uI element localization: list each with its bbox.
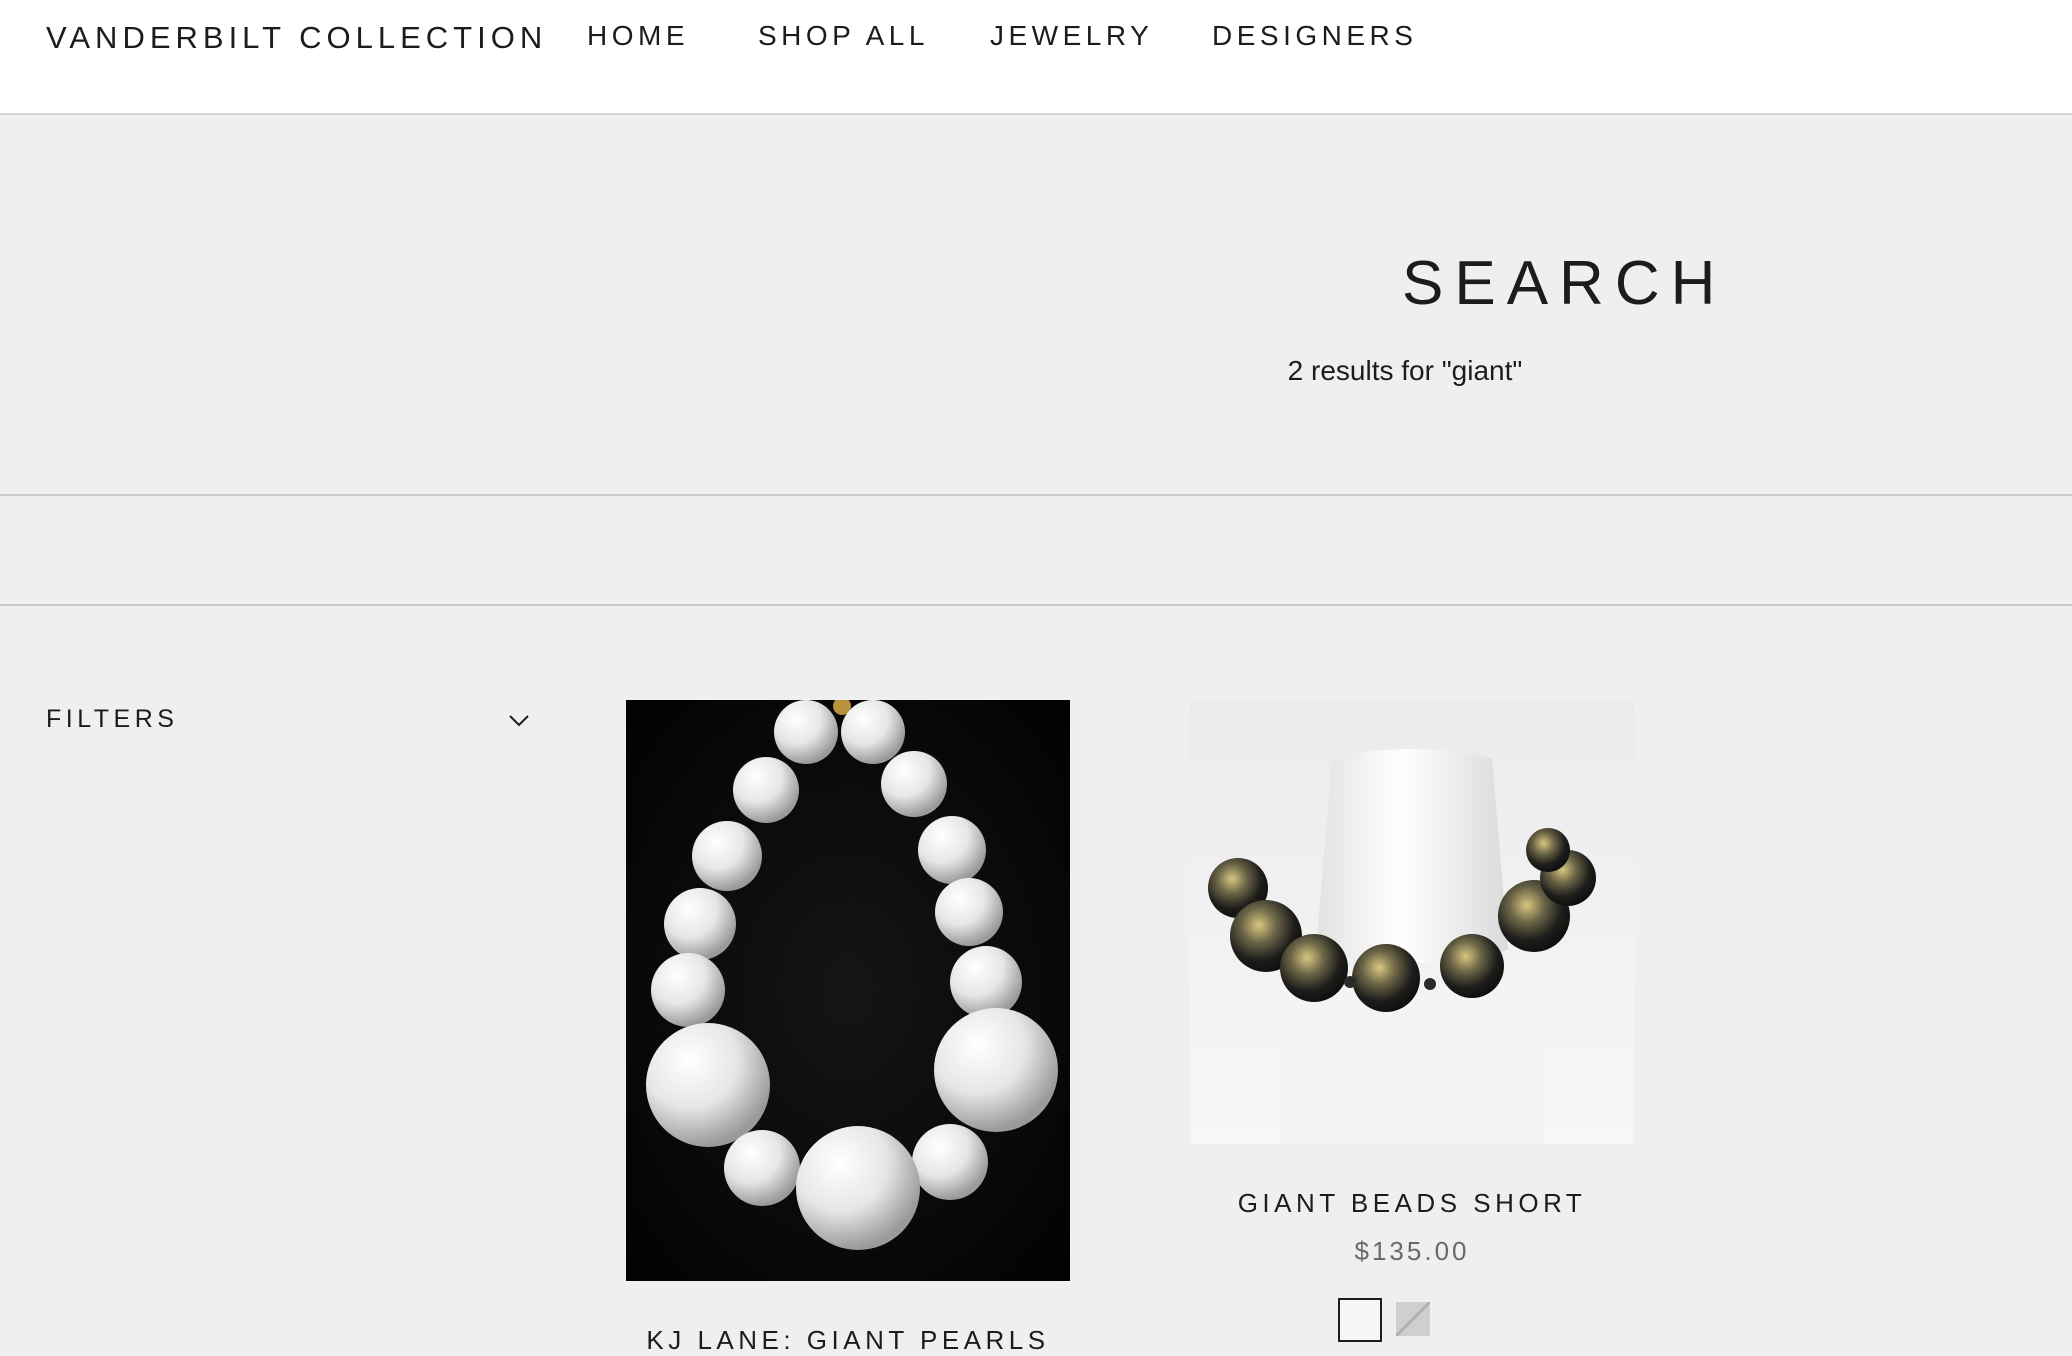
results-count: 2 results for "giant" bbox=[1287, 355, 1523, 386]
filters-label: FILTERS bbox=[46, 705, 179, 733]
product-image[interactable] bbox=[1190, 700, 1634, 1144]
product-title[interactable]: GIANT BEADS SHORT bbox=[1150, 1188, 1674, 1219]
product-title[interactable]: KJ LANE: GIANT PEARLS bbox=[586, 1325, 1110, 1356]
bead-necklace-image bbox=[1190, 700, 1634, 1144]
nav-jewelry[interactable]: JEWELRY bbox=[990, 20, 1153, 52]
brand-logo[interactable]: VANDERBILT COLLECTION bbox=[46, 20, 547, 56]
swatch-white[interactable] bbox=[1338, 1298, 1382, 1342]
search-hero: SEARCH 2 results for "giant" bbox=[0, 115, 2072, 496]
nav-shop-all[interactable]: SHOP ALL bbox=[758, 20, 929, 52]
site-header: VANDERBILT COLLECTION HOME SHOP ALL JEWE… bbox=[0, 0, 2072, 115]
product-image[interactable] bbox=[626, 700, 1070, 1281]
filters-toggle[interactable]: FILTERS bbox=[46, 705, 530, 737]
toolbar-strip bbox=[0, 496, 2072, 606]
color-swatches bbox=[1190, 1298, 1634, 1342]
pearl-necklace-image bbox=[626, 700, 1070, 1281]
product-price: $135.00 bbox=[1354, 1236, 1470, 1266]
nav-designers[interactable]: DESIGNERS bbox=[1212, 20, 1417, 52]
chevron-down-icon bbox=[509, 715, 529, 727]
page-title: SEARCH bbox=[1402, 249, 1727, 318]
swatch-grey-pattern[interactable] bbox=[1396, 1302, 1430, 1336]
nav-home[interactable]: HOME bbox=[587, 20, 689, 52]
